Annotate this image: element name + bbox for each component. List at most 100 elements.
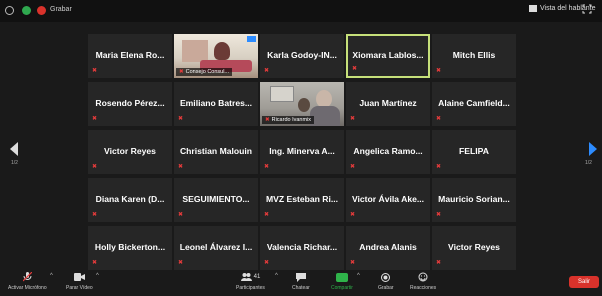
participants-count: 41 [253, 274, 261, 280]
mic-muted-icon: ✖ [92, 116, 98, 122]
participant-name: Christian Malouin [179, 146, 253, 156]
participant-tile[interactable]: ✖ Ricardo Ivanmix [260, 82, 344, 126]
mic-muted-icon: ✖ [350, 212, 356, 218]
share-screen-button[interactable]: Compartir [331, 272, 353, 291]
participant-tile[interactable]: FELIPA ✖ [432, 130, 516, 174]
shield-icon[interactable] [22, 6, 31, 15]
participant-name: Angelica Ramo... [353, 146, 423, 156]
participant-name: Maria Elena Ro... [95, 50, 165, 60]
mic-muted-icon: ✖ [92, 212, 98, 218]
participant-name: Victor Ávila Ake... [351, 194, 425, 204]
participant-name: Valencia Richar... [266, 242, 338, 252]
participant-tile[interactable]: Mauricio Sorian... ✖ [432, 178, 516, 222]
reactions-label: Reacciones [410, 285, 437, 291]
mic-muted-icon: ✖ [436, 116, 442, 122]
mic-muted-icon: ✖ [178, 212, 184, 218]
participant-tile[interactable]: Leonel Álvarez I... ✖ [174, 226, 258, 270]
video-label: Parar Vídeo [66, 285, 93, 291]
page-indicator-left: 1/2 [11, 160, 18, 166]
mic-muted-icon: ✖ [178, 164, 184, 170]
participant-tile[interactable]: Valencia Richar... ✖ [260, 226, 344, 270]
grid-icon [529, 5, 537, 12]
participant-tile[interactable]: Alaine Camfield... ✖ [432, 82, 516, 126]
participant-tile[interactable]: Karla Godoy-IN... ✖ [260, 34, 344, 78]
mic-muted-icon: ✖ [350, 260, 356, 266]
mic-muted-icon: ✖ [179, 69, 184, 75]
fullscreen-icon[interactable] [582, 4, 592, 14]
participant-tile[interactable]: Victor Reyes ✖ [88, 130, 172, 174]
participant-tile[interactable]: Juan Martínez ✖ [346, 82, 430, 126]
participant-tile[interactable]: ✖ Consejo Consul... [174, 34, 258, 78]
mic-muted-icon: ✖ [178, 260, 184, 266]
participant-tile[interactable]: Xiomara Lablos... ✖ [346, 34, 430, 78]
mic-muted-icon: ✖ [352, 66, 358, 72]
participant-tile[interactable]: Andrea Alanis ✖ [346, 226, 430, 270]
video-options-caret[interactable]: ^ [96, 273, 99, 279]
leave-meeting-button[interactable]: Salir [569, 276, 599, 288]
participant-grid: Maria Elena Ro... ✖ ✖ Consejo Consul... Karl… [88, 34, 518, 270]
participants-icon: 41 [240, 272, 261, 282]
participant-name: Alaine Camfield... [438, 98, 510, 108]
mic-muted-icon: ✖ [264, 212, 270, 218]
participant-tile[interactable]: Angelica Ramo... ✖ [346, 130, 430, 174]
reactions-button[interactable]: Reacciones [410, 272, 436, 291]
participant-name-label: ✖ Ricardo Ivanmix [262, 116, 315, 124]
info-icon[interactable] [5, 6, 14, 15]
participant-name: SEGUIMIENTO... [182, 194, 250, 204]
meeting-toolbar: Activar Micrófono ^ Parar Vídeo ^ 41 Par… [0, 270, 602, 296]
participants-label: Participantes [236, 285, 265, 291]
participant-name: Karla Godoy-IN... [267, 50, 337, 60]
participant-tile[interactable]: Emiliano Batres... ✖ [174, 82, 258, 126]
participant-tile[interactable]: SEGUIMIENTO... ✖ [174, 178, 258, 222]
participant-tile[interactable]: Victor Reyes ✖ [432, 226, 516, 270]
participants-button[interactable]: 41 Participantes [236, 272, 265, 291]
participant-tile[interactable]: Rosendo Pérez... ✖ [88, 82, 172, 126]
participant-tile[interactable]: Victor Ávila Ake... ✖ [346, 178, 430, 222]
mic-label: Activar Micrófono [8, 285, 47, 291]
recording-label: Grabar [50, 6, 72, 13]
previous-page-arrow[interactable] [10, 142, 18, 156]
participant-name: FELIPA [459, 146, 489, 156]
mic-muted-icon: ✖ [178, 116, 184, 122]
participant-tile[interactable]: Maria Elena Ro... ✖ [88, 34, 172, 78]
participant-name-label: ✖ Consejo Consul... [176, 68, 233, 76]
mic-muted-icon: ✖ [350, 116, 356, 122]
mic-muted-icon: ✖ [350, 164, 356, 170]
participant-name: MVZ Esteban Ri... [265, 194, 339, 204]
unmute-button[interactable]: Activar Micrófono [8, 272, 47, 291]
mic-muted-icon: ✖ [92, 68, 98, 74]
mic-muted-icon: ✖ [436, 164, 442, 170]
participant-tile[interactable]: Holly Bickerton... ✖ [88, 226, 172, 270]
record-icon [380, 272, 392, 282]
participants-options-caret[interactable]: ^ [275, 273, 278, 279]
participant-name: Ricardo Ivanmix [271, 117, 312, 123]
share-screen-icon [335, 272, 348, 282]
record-button[interactable]: Grabar [378, 272, 394, 291]
mic-muted-icon: ✖ [264, 68, 270, 74]
mic-muted-icon: ✖ [264, 164, 270, 170]
participant-name: Diana Karen (D... [95, 194, 165, 204]
participant-tile[interactable]: Christian Malouin ✖ [174, 130, 258, 174]
mic-options-caret[interactable]: ^ [50, 273, 53, 279]
participant-name: Mitch Ellis [452, 50, 496, 60]
mic-muted-icon [21, 272, 33, 282]
stop-video-button[interactable]: Parar Vídeo [66, 272, 93, 291]
participant-tile[interactable]: Ing. Minerva A... ✖ [260, 130, 344, 174]
mic-muted-icon: ✖ [265, 117, 270, 123]
participant-tile[interactable]: MVZ Esteban Ri... ✖ [260, 178, 344, 222]
record-label: Grabar [378, 285, 394, 291]
next-page-arrow[interactable] [589, 142, 597, 156]
participant-tile[interactable]: Mitch Ellis ✖ [432, 34, 516, 78]
mic-muted-icon: ✖ [436, 68, 442, 74]
chat-icon [295, 272, 307, 282]
participant-name: Emiliano Batres... [179, 98, 253, 108]
participant-tile[interactable]: Diana Karen (D... ✖ [88, 178, 172, 222]
participant-name: Holly Bickerton... [94, 242, 166, 252]
emoji-icon [417, 272, 429, 282]
share-options-caret[interactable]: ^ [357, 273, 360, 279]
page-indicator-right: 1/2 [585, 160, 592, 166]
participant-name: Consejo Consul... [185, 69, 230, 75]
participant-name: Andrea Alanis [359, 242, 417, 252]
chat-button[interactable]: Chatear [292, 272, 310, 291]
participant-name: Ing. Minerva A... [269, 146, 335, 156]
